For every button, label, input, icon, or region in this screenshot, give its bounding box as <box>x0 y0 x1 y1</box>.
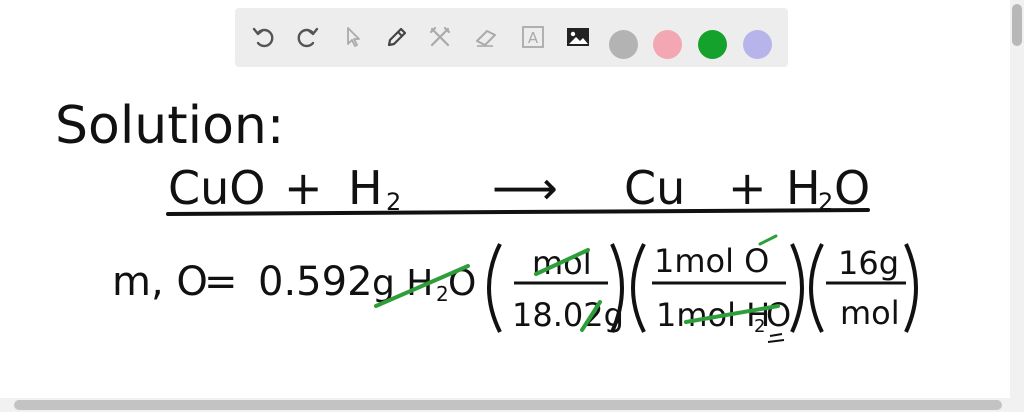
plus-sign-2: + <box>728 161 767 215</box>
plus-sign-1: + <box>284 161 323 215</box>
factor2-denominator-tail: O <box>766 296 791 334</box>
color-swatch-green[interactable] <box>698 30 727 59</box>
color-swatch-pink[interactable] <box>653 30 682 59</box>
equals-sign: = <box>204 259 238 305</box>
select-cursor-icon <box>347 27 360 47</box>
pen-tool-button[interactable] <box>382 22 412 52</box>
undo-button[interactable] <box>249 22 279 52</box>
svg-text:A: A <box>528 29 539 47</box>
redo-button[interactable] <box>292 22 322 52</box>
paren-left-1 <box>487 243 502 333</box>
eraser-button[interactable] <box>471 22 501 52</box>
select-tool-button[interactable] <box>338 22 368 52</box>
pen-icon <box>387 27 407 47</box>
vertical-scroll-thumb[interactable] <box>1012 4 1022 46</box>
text-box-icon: A <box>522 26 544 48</box>
drawing-toolbar: A <box>235 8 788 67</box>
factor1-denominator: 18.02g <box>512 296 624 334</box>
factor2-denominator-subscript: 2 <box>754 316 765 337</box>
vertical-scrollbar[interactable] <box>1010 0 1024 398</box>
color-swatch-gray[interactable] <box>609 30 638 59</box>
given-mass-unit-subscript: 2 <box>436 282 449 306</box>
product-cu: Cu <box>624 161 685 215</box>
lhs-mass-o: m, O <box>112 259 208 305</box>
eraser-icon <box>476 30 496 47</box>
factor2-numerator: 1mol O <box>654 242 769 280</box>
text-tool-button[interactable]: A <box>518 22 548 52</box>
paren-right-2 <box>790 243 804 333</box>
given-mass: 0.592 <box>258 259 373 305</box>
solution-heading: Solution: <box>55 96 284 156</box>
image-tool-button[interactable] <box>563 22 593 52</box>
paren-left-3 <box>809 243 824 333</box>
tools-button[interactable] <box>425 22 455 52</box>
image-icon <box>567 28 589 46</box>
tools-icon <box>429 26 451 47</box>
product-o: O <box>834 161 870 215</box>
horizontal-scroll-thumb[interactable] <box>14 400 1002 410</box>
redo-icon <box>297 27 319 48</box>
factor3-numerator: 16g <box>838 244 899 282</box>
reactant-cuo: CuO <box>168 161 265 215</box>
horizontal-scrollbar[interactable] <box>0 398 1024 412</box>
factor3-denominator: mol <box>840 294 900 332</box>
color-swatch-lavender[interactable] <box>743 30 772 59</box>
reaction-arrow: ⟶ <box>492 161 558 215</box>
double-underline-mark <box>767 333 785 343</box>
paren-left-2 <box>631 243 646 333</box>
paren-right-3 <box>904 243 918 333</box>
product-h: H <box>786 161 821 215</box>
reactant-h: H <box>348 161 383 215</box>
undo-icon <box>252 27 274 48</box>
